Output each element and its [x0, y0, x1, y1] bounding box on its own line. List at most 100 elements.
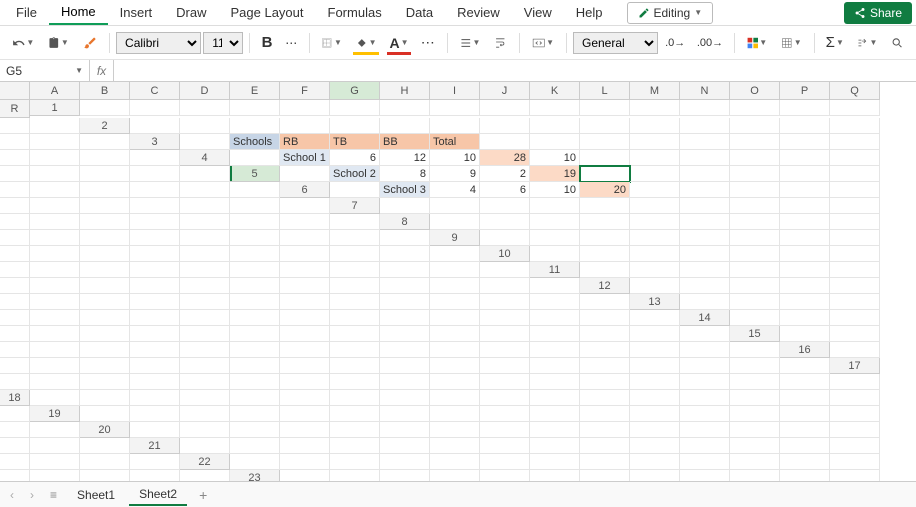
cell-H12[interactable]: [80, 294, 130, 310]
col-header-H[interactable]: H: [380, 82, 430, 100]
cell-M12[interactable]: [330, 294, 380, 310]
cell-I2[interactable]: [530, 118, 580, 134]
menu-help[interactable]: Help: [564, 1, 615, 24]
col-header-R[interactable]: R: [0, 100, 30, 118]
cell-I20[interactable]: [530, 422, 580, 438]
col-header-N[interactable]: N: [680, 82, 730, 100]
cell-O16[interactable]: [630, 358, 680, 374]
cell-M18[interactable]: [630, 390, 680, 406]
row-header-20[interactable]: 20: [80, 422, 130, 438]
cell-E12[interactable]: [830, 278, 880, 294]
cell-L16[interactable]: [480, 358, 530, 374]
cell-B8[interactable]: [480, 214, 530, 230]
cell-E11[interactable]: [780, 262, 830, 278]
cell-I8[interactable]: [830, 214, 880, 230]
cell-E9[interactable]: [680, 230, 730, 246]
row-header-5[interactable]: 5: [230, 166, 280, 182]
cell-F9[interactable]: [730, 230, 780, 246]
cell-G14[interactable]: [130, 326, 180, 342]
cell-J5[interactable]: [730, 166, 780, 182]
cell-C7[interactable]: [480, 198, 530, 214]
cell-J21[interactable]: [630, 438, 680, 454]
name-box[interactable]: G5 ▼: [0, 60, 90, 81]
font-color-button[interactable]: A ▼: [384, 30, 413, 56]
cell-G1[interactable]: [380, 100, 430, 116]
cell-I11[interactable]: [80, 278, 130, 294]
cell-R11[interactable]: [530, 278, 580, 294]
cell-K22[interactable]: [730, 454, 780, 470]
cell-B18[interactable]: [80, 390, 130, 406]
cell-P1[interactable]: [830, 100, 880, 116]
cell-F10[interactable]: [780, 246, 830, 262]
cell-Q18[interactable]: [830, 390, 880, 406]
col-header-P[interactable]: P: [780, 82, 830, 100]
cell-H21[interactable]: [530, 438, 580, 454]
cell-R1[interactable]: [30, 118, 80, 134]
fill-color-button[interactable]: ▼: [350, 30, 383, 56]
cell-Q1[interactable]: [0, 118, 30, 134]
cell-E1[interactable]: [280, 100, 330, 116]
cell-B5[interactable]: School 2: [330, 166, 380, 182]
row-header-21[interactable]: 21: [130, 438, 180, 454]
cell-E21[interactable]: [380, 438, 430, 454]
cell-F4[interactable]: 28: [480, 150, 530, 166]
cell-I5[interactable]: [680, 166, 730, 182]
cell-L7[interactable]: [30, 214, 80, 230]
cell-K9[interactable]: [80, 246, 130, 262]
row-header-3[interactable]: 3: [130, 134, 180, 150]
cell-O2[interactable]: [830, 118, 880, 134]
cell-N11[interactable]: [330, 278, 380, 294]
cell-I4[interactable]: [630, 150, 680, 166]
cell-N1[interactable]: [730, 100, 780, 116]
row-header-7[interactable]: 7: [330, 198, 380, 214]
cell-H7[interactable]: [730, 198, 780, 214]
cell-M22[interactable]: [830, 454, 880, 470]
cell-Q21[interactable]: [80, 454, 130, 470]
cell-J16[interactable]: [380, 358, 430, 374]
cell-R9[interactable]: [430, 246, 480, 262]
cell-J6[interactable]: [780, 182, 830, 198]
row-header-8[interactable]: 8: [380, 214, 430, 230]
cell-G13[interactable]: [80, 310, 130, 326]
cell-O10[interactable]: [330, 262, 380, 278]
cell-O20[interactable]: [830, 422, 880, 438]
cell-B19[interactable]: [130, 406, 180, 422]
cell-L11[interactable]: [230, 278, 280, 294]
cell-J15[interactable]: [330, 342, 380, 358]
cell-A16[interactable]: [830, 342, 880, 358]
cell-N10[interactable]: [280, 262, 330, 278]
row-header-2[interactable]: 2: [80, 118, 130, 134]
cell-H16[interactable]: [280, 358, 330, 374]
cell-R20[interactable]: [80, 438, 130, 454]
cell-L18[interactable]: [580, 390, 630, 406]
menu-insert[interactable]: Insert: [108, 1, 165, 24]
cell-I16[interactable]: [330, 358, 380, 374]
cell-F20[interactable]: [380, 422, 430, 438]
cell-K14[interactable]: [330, 326, 380, 342]
cell-P6[interactable]: [180, 198, 230, 214]
cell-A7[interactable]: [380, 198, 430, 214]
cell-K7[interactable]: [0, 214, 30, 230]
cell-J2[interactable]: [580, 118, 630, 134]
menu-draw[interactable]: Draw: [164, 1, 218, 24]
cell-J11[interactable]: [130, 278, 180, 294]
cell-A8[interactable]: [430, 214, 480, 230]
row-header-9[interactable]: 9: [430, 230, 480, 246]
cell-E14[interactable]: [30, 326, 80, 342]
cell-G18[interactable]: [330, 390, 380, 406]
col-header-O[interactable]: O: [730, 82, 780, 100]
cell-Q15[interactable]: [680, 342, 730, 358]
cell-F16[interactable]: [180, 358, 230, 374]
col-header-G[interactable]: G: [330, 82, 380, 100]
bold-button[interactable]: B: [256, 30, 278, 56]
cell-L9[interactable]: [130, 246, 180, 262]
cell-A19[interactable]: [80, 406, 130, 422]
cell-A20[interactable]: [130, 422, 180, 438]
find-button[interactable]: [885, 30, 910, 56]
cell-D6[interactable]: 6: [480, 182, 530, 198]
cell-L14[interactable]: [380, 326, 430, 342]
cell-O19[interactable]: [780, 406, 830, 422]
cell-I15[interactable]: [280, 342, 330, 358]
cell-D7[interactable]: [530, 198, 580, 214]
cell-I12[interactable]: [130, 294, 180, 310]
